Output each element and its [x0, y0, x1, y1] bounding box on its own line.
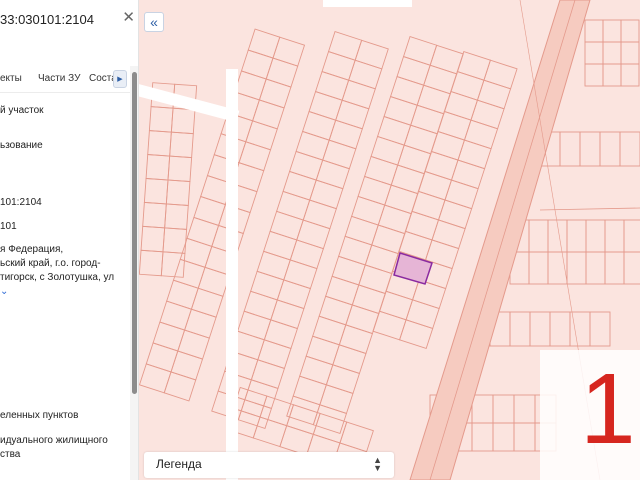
tab-parts[interactable]: Части ЗУ	[38, 73, 80, 84]
tab-objects[interactable]: екты	[0, 73, 22, 84]
panel-tabs: екты Части ЗУ Состав ▶	[0, 66, 138, 93]
field-permitted-use-value: идуального жилищного ства	[0, 435, 108, 460]
close-icon[interactable]: ✕	[122, 8, 135, 26]
field-address-value: я Федерация, ьский край, г.о. город- тиг…	[0, 244, 115, 283]
field-quarter-value: 101	[0, 221, 17, 232]
triangle-right-icon[interactable]: ▶	[113, 70, 127, 88]
field-cadastral-number-value: 101:2104	[0, 197, 42, 208]
legend-dropdown[interactable]: Легенда ▲ ▼	[144, 452, 394, 478]
legend-label: Легенда	[156, 457, 202, 471]
cadastral-number-title: 33:030101:2104	[0, 12, 94, 27]
field-land-category-value: еленных пунктов	[0, 410, 79, 421]
watermark-text: 1(	[580, 353, 640, 465]
double-chevron-left-icon[interactable]: «	[144, 12, 164, 32]
chevron-down-icon[interactable]: ⌄	[0, 286, 8, 297]
info-panel: 33:030101:2104 ✕ екты Части ЗУ Состав ▶ …	[0, 0, 139, 480]
field-type-value: й участок	[0, 105, 44, 116]
zoom-watermark: 1(	[540, 350, 640, 480]
field-usage-value: ьзование	[0, 140, 43, 151]
chevron-updown-icon: ▲ ▼	[373, 455, 382, 473]
panel-scrollbar-thumb[interactable]	[132, 72, 137, 394]
